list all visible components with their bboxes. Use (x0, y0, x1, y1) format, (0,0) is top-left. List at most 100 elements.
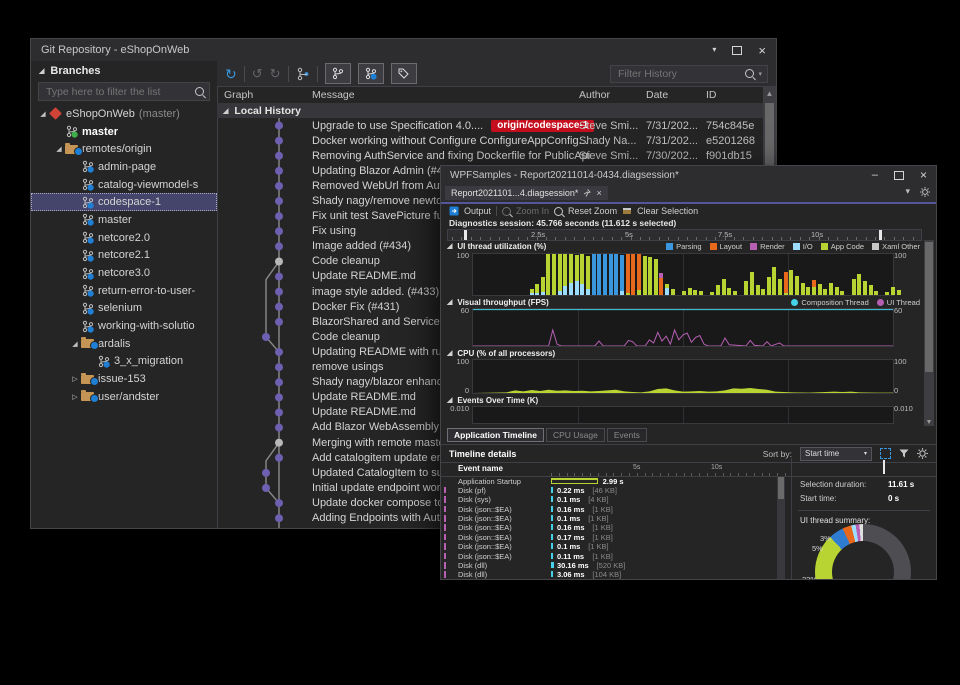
collapse-icon[interactable]: ◢ (447, 349, 452, 357)
toggle-local-history-button[interactable] (325, 63, 351, 84)
branch-item-netcore2-1[interactable]: netcore2.1 (31, 247, 217, 265)
commit-row[interactable]: Removing AuthService and fixing Dockerfi… (217, 148, 763, 163)
tab-application-timeline[interactable]: Application Timeline (447, 428, 544, 442)
window-menu-icon[interactable]: ▾ (712, 46, 716, 54)
branch-item-master[interactable]: master (31, 123, 217, 141)
maximize-icon[interactable] (732, 46, 742, 55)
close-tab-icon[interactable]: × (596, 188, 601, 198)
selection-handle-right[interactable] (879, 230, 882, 240)
collapse-icon[interactable]: ◢ (447, 242, 452, 250)
branches-header[interactable]: ◢ Branches (31, 61, 217, 81)
collapse-icon[interactable]: ◢ (39, 67, 44, 75)
branch-item-working-with-solutio[interactable]: working-with-solutio (31, 317, 217, 335)
minimize-icon[interactable]: – (872, 170, 878, 181)
expander-icon[interactable]: ▷ (69, 393, 81, 401)
scrollbar-thumb[interactable] (925, 242, 933, 372)
event-name-column[interactable]: Event name (458, 464, 503, 473)
search-icon[interactable] (195, 87, 204, 96)
output-button[interactable]: Output (464, 206, 491, 216)
duration-bar (551, 562, 554, 568)
expander-icon[interactable]: ◢ (37, 110, 49, 118)
scroll-up-icon[interactable]: ▲ (763, 89, 776, 98)
branch-filter-input[interactable] (44, 85, 195, 99)
duration-bar (551, 534, 553, 540)
reset-zoom-button[interactable]: Reset Zoom (568, 206, 617, 216)
column-id[interactable]: ID (706, 89, 717, 101)
commit-message: image style added. (#433) (312, 286, 439, 298)
chart-header: ◢CPU (% of all processors) (447, 347, 920, 359)
collapse-icon[interactable]: ◢ (447, 396, 452, 404)
tab-cpu-usage[interactable]: CPU Usage (546, 428, 605, 442)
column-author[interactable]: Author (579, 89, 610, 101)
commit-row[interactable]: Upgrade to use Specification 4.0....orig… (217, 118, 763, 133)
axis-label: 60 (445, 306, 469, 315)
chevron-down-icon[interactable]: ▾ (758, 70, 762, 78)
branch-item-catalog-viewmodel-s[interactable]: catalog-viewmodel-s (31, 176, 217, 194)
commit-message: Update README.md (312, 391, 416, 403)
column-graph[interactable]: Graph (224, 89, 253, 101)
chart-plot-2[interactable] (472, 308, 894, 347)
donut-percent-label: 3% (820, 534, 831, 543)
clear-selection-button[interactable]: Clear Selection (637, 206, 698, 216)
chart-plot-4[interactable] (472, 406, 894, 424)
branch-item-user-andster[interactable]: ▷user/andster (31, 388, 217, 406)
git-window-titlebar[interactable]: Git Repository - eShopOnWeb ▾ × (31, 39, 776, 61)
branch-item-3-x-migration[interactable]: 3_x_migration (31, 353, 217, 371)
branch-item-ardalis[interactable]: ◢ardalis (31, 335, 217, 353)
tab-events[interactable]: Events (607, 428, 647, 442)
expander-icon[interactable]: ◢ (53, 145, 65, 153)
duration-value: 3.06 ms (557, 570, 585, 579)
branch-item-codespace-1[interactable]: codespace-1 (31, 193, 217, 211)
event-type-marker (444, 524, 446, 531)
file-size: [1 KB] (592, 533, 612, 542)
branch-graph-icon[interactable] (296, 67, 310, 81)
branch-item-selenium[interactable]: selenium (31, 300, 217, 318)
refresh-icon[interactable]: ↻ (225, 67, 237, 81)
commit-message: Shady nagy/blazor enhance ( (312, 376, 455, 388)
filter-icon[interactable] (899, 449, 909, 458)
sort-value: Start time (805, 449, 839, 458)
scroll-down-icon[interactable]: ▼ (924, 419, 934, 426)
local-history-section[interactable]: ◢ Local History (217, 103, 776, 118)
gear-icon[interactable] (920, 187, 930, 197)
commit-row[interactable]: Docker working without Configure Configu… (217, 133, 763, 148)
chevron-down-icon[interactable]: ▾ (905, 186, 910, 197)
search-icon[interactable] (745, 69, 754, 78)
scrollbar-thumb[interactable] (778, 477, 784, 499)
history-toolbar: ↻ ↺ ↻ ▾ (217, 61, 776, 87)
toggle-remote-history-button[interactable] (358, 63, 384, 84)
collapse-icon[interactable]: ◢ (447, 298, 452, 306)
branch-item-issue-153[interactable]: ▷issue-153 (31, 370, 217, 388)
toggle-tags-button[interactable] (391, 63, 417, 84)
gridline (578, 407, 579, 423)
branch-item-netcore3-0[interactable]: netcore3.0 (31, 264, 217, 282)
chart-plot-3[interactable] (472, 359, 894, 394)
chart-plot-1[interactable] (472, 253, 894, 296)
maximize-icon[interactable] (894, 171, 904, 180)
selection-handle-left[interactable] (464, 230, 467, 240)
branch-item-remotes-origin[interactable]: ◢remotes/origin (31, 140, 217, 158)
expander-icon[interactable]: ◢ (69, 340, 81, 348)
close-icon[interactable]: × (758, 44, 766, 57)
diagsession-tab[interactable]: Report2021101...4.diagsession* × (445, 186, 608, 200)
close-icon[interactable]: × (920, 169, 927, 181)
branch-item-eshoponweb[interactable]: ◢eShopOnWeb (master) (31, 105, 217, 123)
branch-item-netcore2-0[interactable]: netcore2.0 (31, 229, 217, 247)
branch-item-master[interactable]: master (31, 211, 217, 229)
duration-value: 0.11 ms (557, 552, 584, 561)
commit-date: 7/30/202... (646, 150, 698, 162)
branch-item-return-error-to-user-[interactable]: return-error-to-user- (31, 282, 217, 300)
collapse-icon[interactable]: ◢ (223, 107, 228, 115)
pin-icon[interactable] (583, 189, 591, 197)
charts-scrollbar[interactable]: ▼ (924, 240, 934, 426)
branch-label: netcore2.0 (98, 232, 150, 244)
branch-item-admin-page[interactable]: admin-page (31, 158, 217, 176)
column-date[interactable]: Date (646, 89, 668, 101)
selection-indicator (883, 460, 885, 474)
wpf-window-titlebar[interactable]: WPFSamples - Report20211014-0434.diagses… (441, 166, 936, 184)
timeline-mini-scrollbar[interactable] (777, 476, 785, 579)
column-message[interactable]: Message (312, 89, 355, 101)
commit-id: e5201268 (706, 135, 755, 147)
history-filter-input[interactable] (616, 67, 741, 81)
expander-icon[interactable]: ▷ (69, 375, 81, 383)
